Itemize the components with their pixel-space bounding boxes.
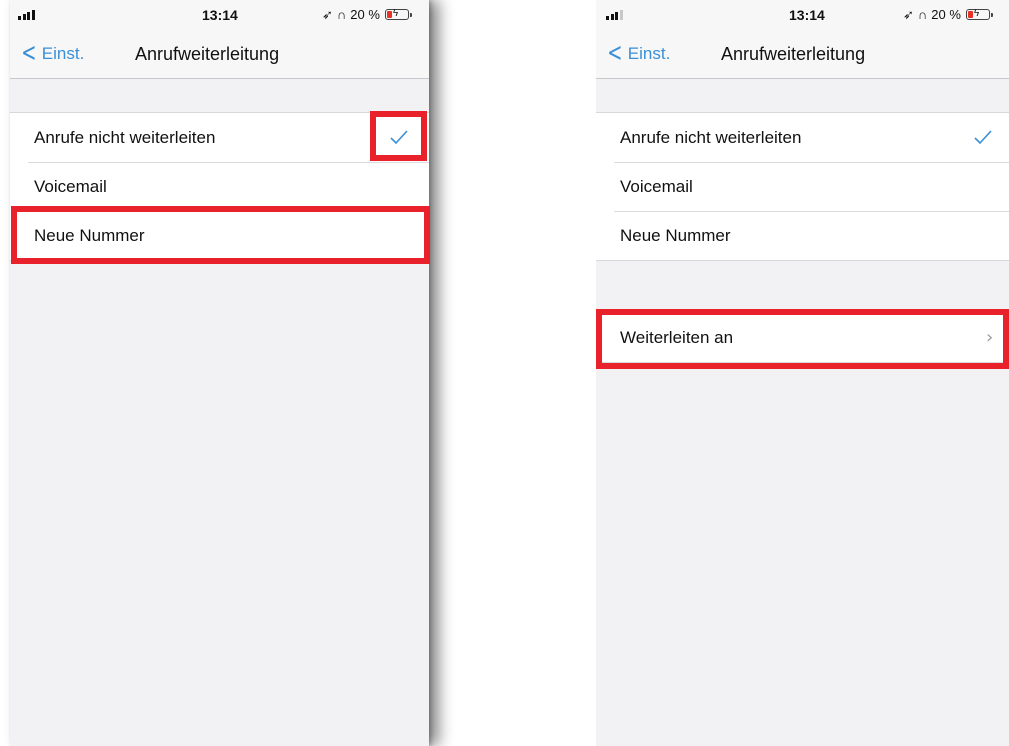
headphones-icon: ∩ [917, 6, 928, 22]
page-title: Anrufweiterleitung [135, 44, 280, 64]
status-bar: 13:14 ➶ ∩ 20 % ϟ [596, 0, 1009, 30]
option-label: Anrufe nicht weiterleiten [620, 128, 802, 147]
forwarding-options-group: Anrufe nicht weiterleiten Voicemail Neue… [10, 112, 429, 261]
option-label: Voicemail [34, 177, 107, 196]
location-arrow-icon: ➶ [322, 6, 333, 22]
headphones-icon: ∩ [336, 6, 347, 22]
forwarding-options-group: Anrufe nicht weiterleiten Voicemail Neue… [596, 112, 1009, 261]
back-label: Einst. [41, 44, 85, 63]
battery-percent: 20 % [350, 7, 380, 22]
option-voicemail[interactable]: Voicemail [10, 162, 429, 211]
chevron-left-icon: < [607, 37, 623, 68]
signal-strength-icon [606, 10, 623, 20]
checkmark-icon [974, 130, 992, 145]
checkmark-icon [390, 130, 408, 145]
option-new-number[interactable]: Neue Nummer [10, 211, 429, 260]
chevron-right-icon: › [986, 327, 994, 348]
forward-to-label: Weiterleiten an [620, 328, 734, 347]
page-title: Anrufweiterleitung [721, 44, 866, 64]
option-no-forwarding[interactable]: Anrufe nicht weiterleiten [596, 113, 1009, 162]
status-time: 13:14 [202, 7, 238, 23]
status-time: 13:14 [789, 7, 825, 23]
navigation-bar: < Einst. Anrufweiterleitung [596, 30, 1009, 79]
comparison-canvas: 13:14 ➶ ∩ 20 % ϟ < Einst. Anrufweiterlei… [0, 0, 1009, 746]
back-button[interactable]: < Einst. [18, 30, 84, 78]
option-label: Voicemail [620, 177, 693, 196]
option-label: Neue Nummer [34, 226, 145, 245]
phone-screen-left: 13:14 ➶ ∩ 20 % ϟ < Einst. Anrufweiterlei… [10, 0, 429, 746]
forward-to-row[interactable]: Weiterleiten an › [596, 313, 1009, 362]
signal-strength-icon [18, 10, 35, 20]
option-voicemail[interactable]: Voicemail [596, 162, 1009, 211]
location-arrow-icon: ➶ [903, 6, 914, 22]
navigation-bar: < Einst. Anrufweiterleitung [10, 30, 429, 79]
option-no-forwarding[interactable]: Anrufe nicht weiterleiten [10, 113, 429, 162]
battery-charging-icon: ϟ [965, 8, 993, 20]
status-indicators: ➶ ∩ 20 % ϟ [903, 6, 993, 22]
phone-screen-right: 13:14 ➶ ∩ 20 % ϟ < Einst. Anrufweiterlei… [596, 0, 1009, 746]
battery-percent: 20 % [931, 7, 961, 22]
option-new-number[interactable]: Neue Nummer [596, 211, 1009, 260]
status-bar: 13:14 ➶ ∩ 20 % ϟ [10, 0, 429, 30]
chevron-left-icon: < [21, 37, 37, 68]
back-button[interactable]: < Einst. [604, 30, 670, 78]
battery-charging-icon: ϟ [384, 8, 412, 20]
option-label: Neue Nummer [620, 226, 731, 245]
forward-to-group: Weiterleiten an › [596, 312, 1009, 363]
option-label: Anrufe nicht weiterleiten [34, 128, 216, 147]
back-label: Einst. [627, 44, 671, 63]
status-indicators: ➶ ∩ 20 % ϟ [322, 6, 412, 22]
